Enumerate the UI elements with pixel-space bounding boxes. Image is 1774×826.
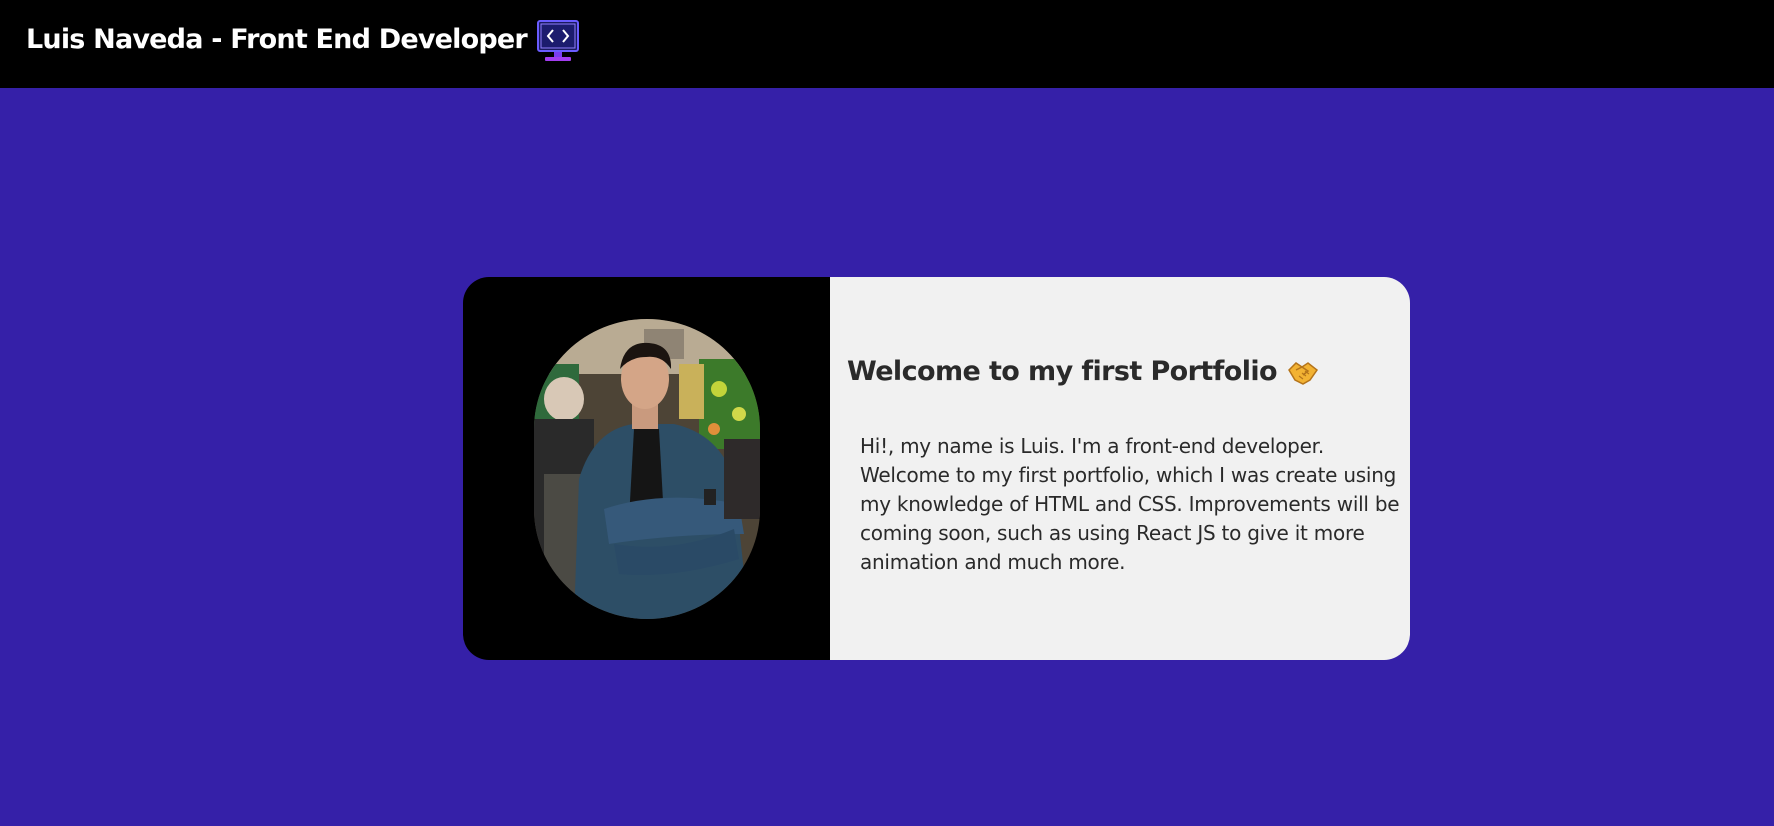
welcome-heading: Welcome to my first Portfolio (847, 356, 1319, 387)
intro-text-pane: Welcome to my first Portfolio Hi!, my na… (830, 277, 1410, 660)
profile-photo (533, 318, 760, 619)
welcome-heading-text: Welcome to my first Portfolio (847, 356, 1278, 387)
bio-paragraph: Hi!, my name is Luis. I'm a front-end de… (860, 434, 1400, 574)
handshake-icon (1287, 358, 1319, 386)
site-title: Luis Naveda - Front End Developer (26, 23, 528, 55)
intro-card: Welcome to my first Portfolio Hi!, my na… (463, 277, 1410, 660)
top-bar: Luis Naveda - Front End Developer (0, 0, 1774, 88)
photo-pane (463, 277, 830, 660)
developer-monitor-icon (535, 18, 581, 64)
